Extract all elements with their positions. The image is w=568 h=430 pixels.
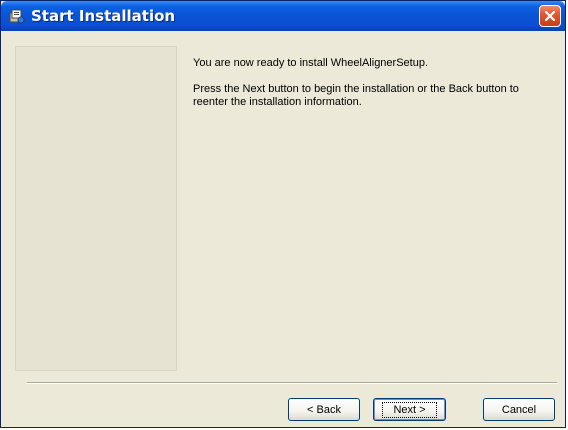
side-image-panel [15,46,177,371]
installer-icon [9,8,25,24]
window-title: Start Installation [31,7,176,25]
cancel-button-label: Cancel [501,403,537,416]
next-button-label: Next > [382,401,437,418]
next-button[interactable]: Next > [373,398,446,421]
title-bar[interactable]: Start Installation [1,1,565,31]
back-button-label: < Back [307,403,341,416]
cancel-button[interactable]: Cancel [483,398,555,421]
ready-message: You are now ready to install WheelAligne… [193,57,429,69]
close-icon [544,10,556,22]
separator [27,382,557,384]
back-button[interactable]: < Back [288,398,360,421]
instruction-text: Press the Next button to begin the insta… [193,83,519,108]
close-button[interactable] [539,5,561,27]
installer-window: Start Installation You are now ready to … [0,0,566,428]
